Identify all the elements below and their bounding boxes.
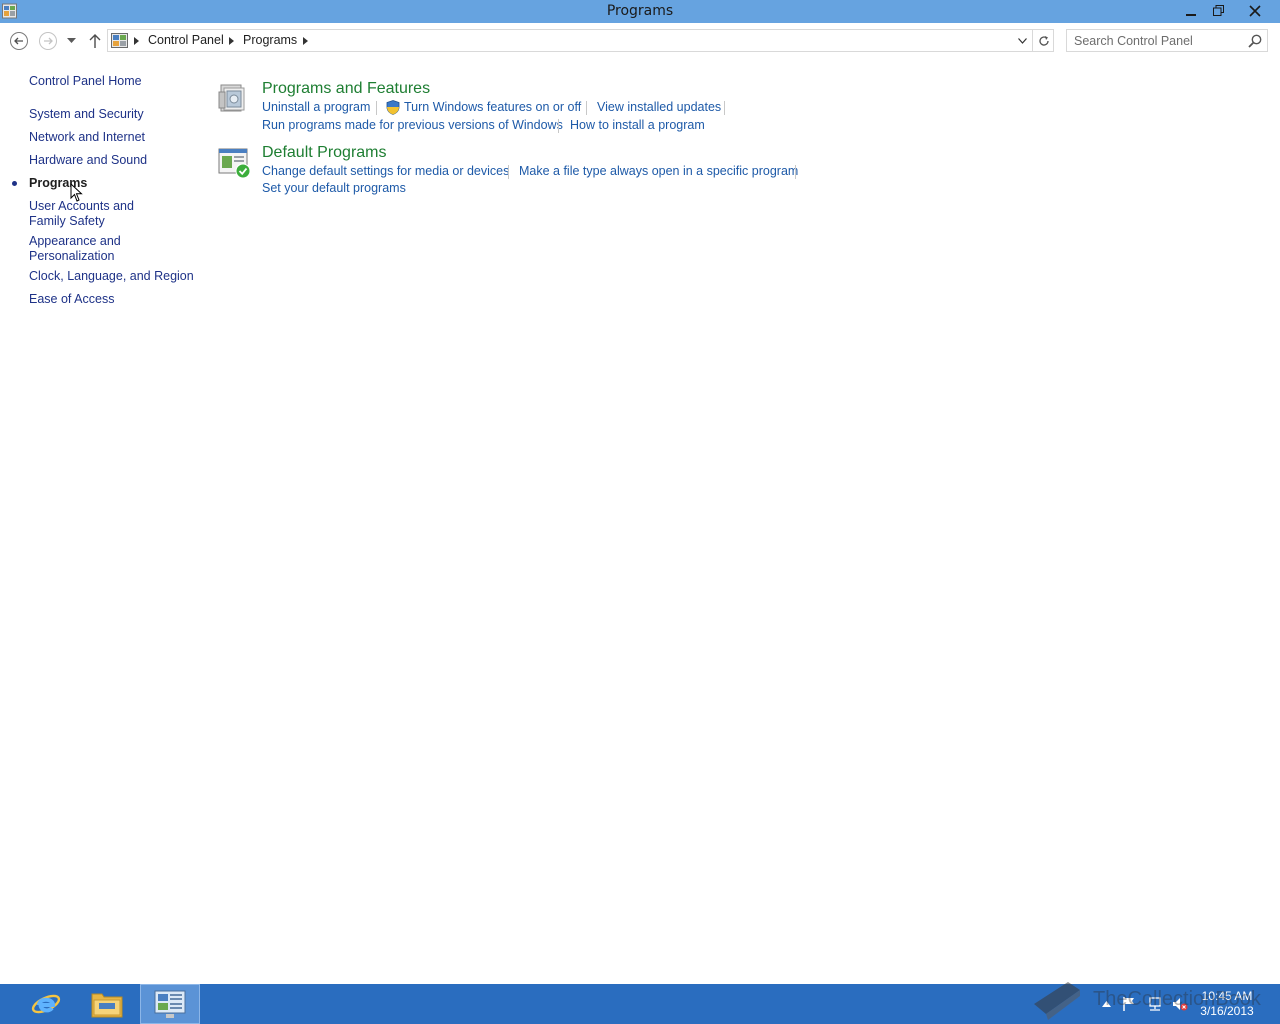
taskbar-control-panel[interactable] [140,984,200,1024]
back-arrow-icon [10,32,28,50]
uac-shield-icon [386,100,400,115]
file-type-association-link[interactable]: Make a file type always open in a specif… [519,164,798,178]
programs-and-features-title[interactable]: Programs and Features [262,80,430,98]
chevron-down-icon [66,38,76,43]
sidebar-item-appearance[interactable]: Appearance and Personalization [29,234,134,264]
minimize-button[interactable] [1178,0,1204,21]
minimize-icon [1186,13,1196,16]
taskbar-internet-explorer[interactable] [16,984,76,1024]
breadcrumb-separator[interactable] [226,34,236,48]
restore-button[interactable] [1205,0,1231,21]
search-box[interactable] [1066,29,1268,52]
sidebar-item-network-and-internet[interactable]: Network and Internet [29,130,194,145]
restore-icon [1212,5,1224,16]
run-older-programs-link[interactable]: Run programs made for previous versions … [262,118,563,132]
view-installed-updates-link[interactable]: View installed updates [597,100,721,114]
search-input[interactable] [1067,30,1245,51]
sidebar-item-programs[interactable]: Programs [29,176,194,191]
chevron-right-icon [133,37,139,45]
forward-button[interactable] [37,30,59,52]
link-divider [376,101,377,115]
turn-windows-features-link[interactable]: Turn Windows features on or off [404,100,581,114]
breadcrumb-separator[interactable] [131,34,141,48]
breadcrumb-control-panel[interactable]: Control Panel [148,33,224,47]
sidebar-item-clock-language-region[interactable]: Clock, Language, and Region [29,269,194,284]
sidebar-item-user-accounts[interactable]: User Accounts and Family Safety [29,199,174,229]
link-divider [586,101,587,115]
file-explorer-icon [91,993,123,1018]
address-bar[interactable]: Control Panel Programs [107,29,1054,52]
chevron-down-icon [1018,37,1027,44]
watermark-text: TheCollectionBook [1093,988,1261,1010]
link-divider [558,119,559,133]
breadcrumb-separator[interactable] [300,34,310,48]
link-divider [724,101,725,115]
control-panel-icon [154,990,186,1018]
address-history-dropdown[interactable] [1014,30,1031,51]
uninstall-program-link[interactable]: Uninstall a program [262,100,370,114]
window-title: Programs [606,3,674,19]
mouse-cursor-icon [70,183,83,202]
chevron-right-icon [228,37,234,45]
forward-arrow-icon [39,32,57,50]
up-arrow-icon [89,34,101,48]
control-panel-icon[interactable] [111,32,128,49]
sidebar-item-ease-of-access[interactable]: Ease of Access [29,292,194,307]
refresh-button[interactable] [1032,30,1054,51]
link-divider [795,165,796,179]
close-button[interactable] [1232,0,1278,21]
taskbar-file-explorer[interactable] [77,984,137,1024]
how-to-install-program-link[interactable]: How to install a program [570,118,705,132]
sidebar-item-system-and-security[interactable]: System and Security [29,107,194,122]
close-icon [1249,4,1261,17]
title-bar: Programs [0,0,1280,23]
programs-and-features-icon[interactable] [217,80,251,114]
set-default-programs-link[interactable]: Set your default programs [262,181,406,195]
back-button[interactable] [8,30,30,52]
chevron-right-icon [302,37,308,45]
default-programs-icon[interactable] [217,146,251,180]
link-divider [508,165,509,179]
active-item-bullet [12,181,17,186]
internet-explorer-icon [31,994,61,1014]
control-panel-home-link[interactable]: Control Panel Home [29,74,194,89]
default-programs-title[interactable]: Default Programs [262,144,387,162]
search-icon[interactable] [1247,33,1263,49]
breadcrumb-programs[interactable]: Programs [243,33,297,47]
change-media-defaults-link[interactable]: Change default settings for media or dev… [262,164,509,178]
recent-locations-button[interactable] [62,30,80,52]
refresh-icon [1038,35,1049,46]
sidebar-item-hardware-and-sound[interactable]: Hardware and Sound [29,153,194,168]
up-button[interactable] [84,30,106,52]
